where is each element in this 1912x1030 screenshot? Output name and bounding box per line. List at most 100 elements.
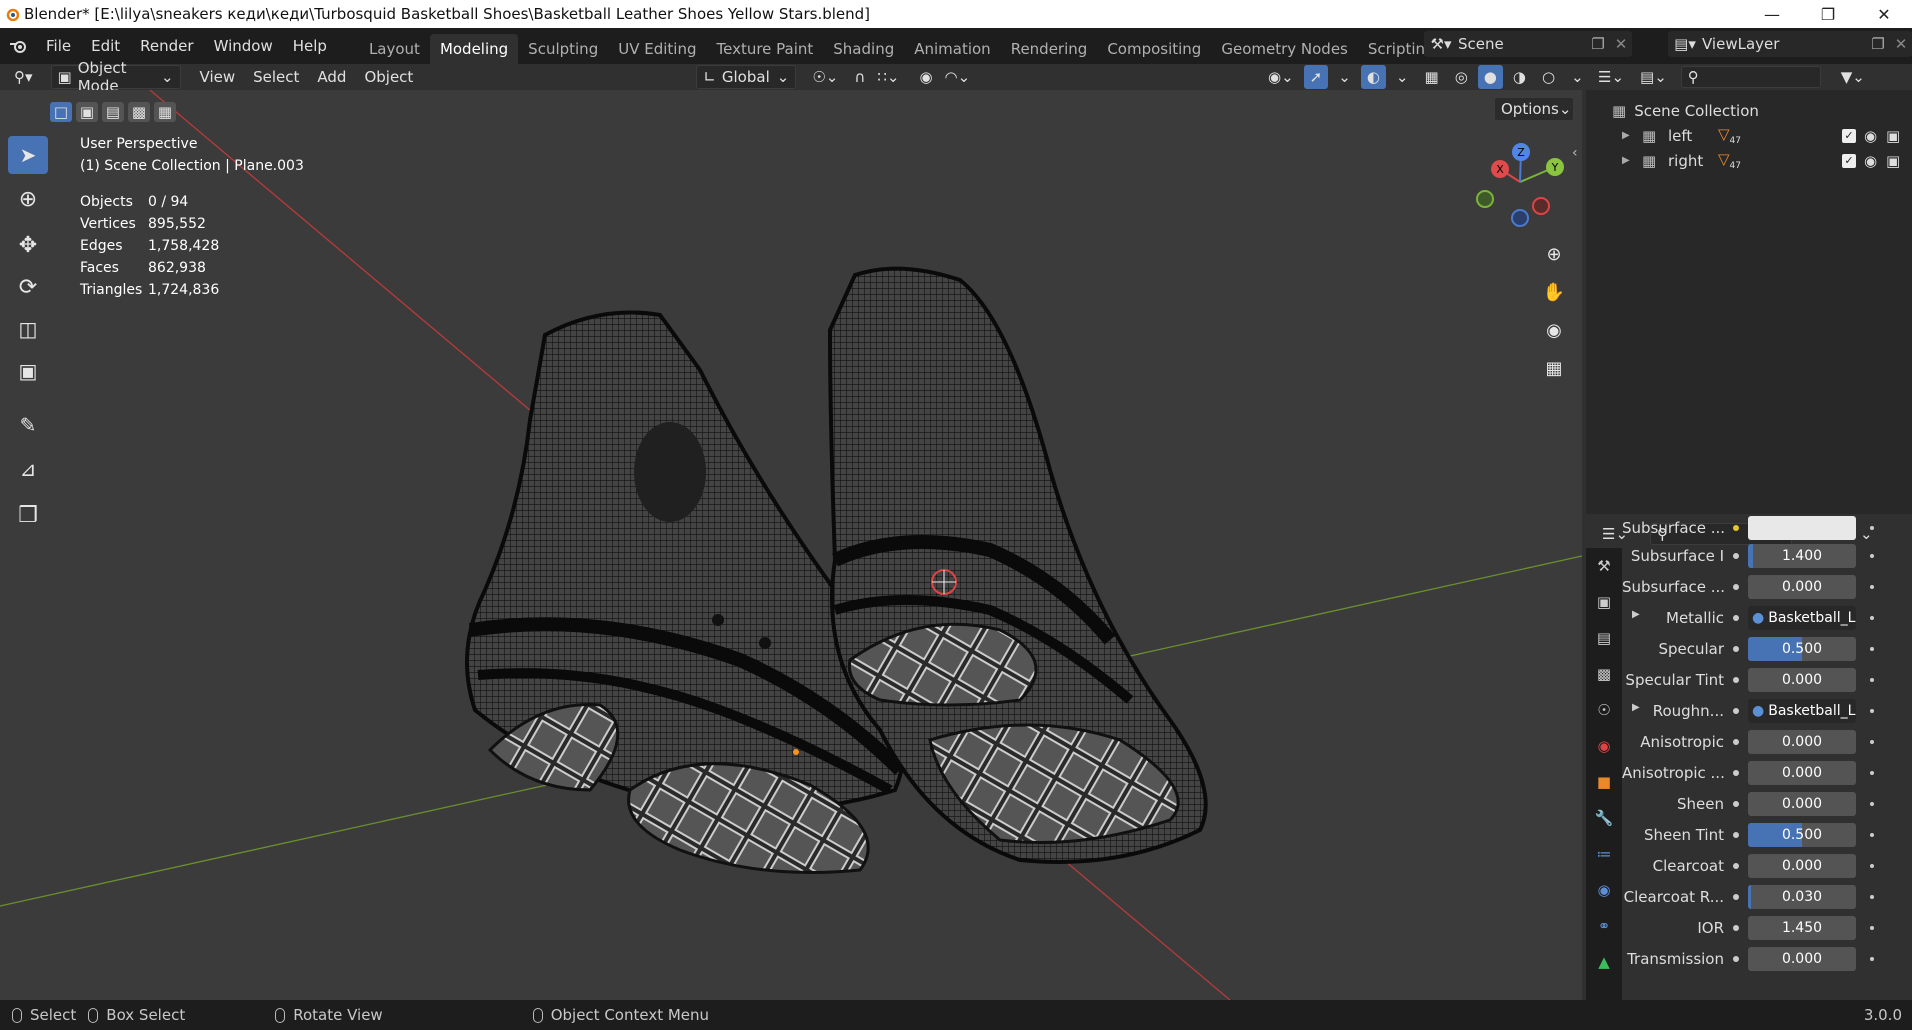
tab-texture-paint[interactable]: Texture Paint <box>706 34 823 64</box>
socket-dot-icon[interactable] <box>1730 705 1742 717</box>
output-tab[interactable]: ▤ <box>1586 620 1622 656</box>
prop-field[interactable]: 0.000 <box>1748 853 1856 878</box>
snap-dropdown[interactable]: ∷⌄ <box>871 65 905 89</box>
filter-dropdown[interactable]: ▼⌄ <box>1835 65 1871 89</box>
socket-dot-icon[interactable] <box>1730 736 1742 748</box>
solid-shading-button[interactable]: ● <box>1477 65 1503 89</box>
camera-render-icon[interactable]: ▣ <box>1886 152 1900 170</box>
world-tab[interactable]: ◉ <box>1586 728 1622 764</box>
wireframe-shading-button[interactable]: ◎ <box>1449 65 1474 89</box>
modifier-tab[interactable]: 🔧 <box>1586 800 1622 836</box>
prop-field[interactable] <box>1748 516 1856 540</box>
prop-field[interactable]: 0.000 <box>1748 760 1856 785</box>
new-viewlayer-icon[interactable]: ❐ <box>1866 35 1890 53</box>
gizmo-toggle[interactable]: ➚ <box>1303 65 1329 89</box>
delete-viewlayer-icon[interactable]: ✕ <box>1890 35 1912 53</box>
exclude-checkbox[interactable]: ✓ <box>1842 153 1856 168</box>
snap-toggle[interactable]: ∩ <box>848 65 871 89</box>
move-tool[interactable]: ✥ <box>8 226 48 264</box>
navigation-gizmo[interactable]: X Y Z <box>1460 136 1570 236</box>
keyframe-dot-icon[interactable] <box>1866 891 1878 903</box>
tab-uv-editing[interactable]: UV Editing <box>608 34 706 64</box>
keyframe-dot-icon[interactable] <box>1866 953 1878 965</box>
proportional-edit-toggle[interactable]: ◉ <box>913 65 938 89</box>
xray-toggle[interactable]: ▦ <box>1419 65 1445 89</box>
overlay-toggle[interactable]: ◐ <box>1360 65 1386 89</box>
sidebar-toggle-icon[interactable]: ‹ <box>1572 145 1578 161</box>
keyframe-dot-icon[interactable] <box>1866 522 1878 534</box>
tab-modeling[interactable]: Modeling <box>429 34 519 64</box>
socket-dot-icon[interactable] <box>1730 891 1742 903</box>
physics-tab[interactable]: ◉ <box>1586 872 1622 908</box>
transform-tool[interactable]: ▣ <box>8 352 48 390</box>
keyframe-dot-icon[interactable] <box>1866 736 1878 748</box>
render-tab[interactable]: ▣ <box>1586 584 1622 620</box>
keyframe-dot-icon[interactable] <box>1866 674 1878 686</box>
keyframe-dot-icon[interactable] <box>1866 798 1878 810</box>
expand-arrow-icon[interactable]: ▶ <box>1622 155 1642 166</box>
falloff-dropdown[interactable]: ◠⌄ <box>939 65 977 89</box>
camera-view-button[interactable]: ◉ <box>1538 314 1570 346</box>
data-tab[interactable]: ▲ <box>1586 944 1622 980</box>
socket-dot-icon[interactable] <box>1730 953 1742 965</box>
viewport-menu-add[interactable]: Add <box>308 65 355 89</box>
menu-file[interactable]: File <box>36 28 81 64</box>
orientation-dropdown[interactable]: ∟ Global ⌄ <box>696 65 797 89</box>
keyframe-dot-icon[interactable] <box>1866 860 1878 872</box>
tab-geometry-nodes[interactable]: Geometry Nodes <box>1211 34 1358 64</box>
menu-window[interactable]: Window <box>204 28 283 64</box>
menu-help[interactable]: Help <box>283 28 337 64</box>
prop-field[interactable]: 0.030 <box>1748 884 1856 909</box>
minimize-button[interactable]: — <box>1744 0 1800 28</box>
expand-arrow-icon[interactable]: ▶ <box>1632 609 1640 620</box>
blender-menu-button[interactable] <box>0 28 36 64</box>
prop-field[interactable]: 0.000 <box>1748 574 1856 599</box>
prop-field[interactable]: ●Basketball_Lea... <box>1748 605 1856 630</box>
socket-dot-icon[interactable] <box>1730 922 1742 934</box>
keyframe-dot-icon[interactable] <box>1866 922 1878 934</box>
prop-field[interactable]: 0.000 <box>1748 667 1856 692</box>
expand-arrow-icon[interactable]: ▶ <box>1622 130 1642 141</box>
close-button[interactable]: ✕ <box>1856 0 1912 28</box>
select-intersect-icon[interactable]: ▦ <box>154 102 176 122</box>
viewport-menu-object[interactable]: Object <box>355 65 422 89</box>
outliner-row-scene-collection[interactable]: ▦ Scene Collection <box>1586 98 1912 123</box>
tab-shading[interactable]: Shading <box>823 34 904 64</box>
select-new-icon[interactable]: □ <box>50 102 72 122</box>
pivot-dropdown[interactable]: ☉⌄ <box>806 65 844 89</box>
maximize-button[interactable]: ❐ <box>1800 0 1856 28</box>
constraints-tab[interactable]: ⚭ <box>1586 908 1622 944</box>
view-layer-tab[interactable]: ▩ <box>1586 656 1622 692</box>
expand-arrow-icon[interactable]: ▶ <box>1632 702 1640 713</box>
keyframe-dot-icon[interactable] <box>1866 829 1878 841</box>
tab-rendering[interactable]: Rendering <box>1001 34 1098 64</box>
tab-compositing[interactable]: Compositing <box>1097 34 1211 64</box>
outliner-row-left[interactable]: ▶ ▦ left ▽47 ✓ ◉ ▣ <box>1586 123 1912 148</box>
visibility-dropdown[interactable]: ◉⌄ <box>1262 65 1300 89</box>
tab-animation[interactable]: Animation <box>904 34 1000 64</box>
socket-dot-icon[interactable] <box>1730 674 1742 686</box>
camera-render-icon[interactable]: ▣ <box>1886 127 1900 145</box>
eye-icon[interactable]: ◉ <box>1864 127 1877 145</box>
rotate-tool[interactable]: ⟳ <box>8 268 48 306</box>
socket-dot-icon[interactable] <box>1730 581 1742 593</box>
delete-scene-icon[interactable]: ✕ <box>1610 35 1632 53</box>
particles-tab[interactable]: ≔ <box>1586 836 1622 872</box>
measure-tool[interactable]: ⊿ <box>8 450 48 488</box>
socket-dot-icon[interactable] <box>1730 829 1742 841</box>
select-box-tool[interactable]: ➤ <box>8 136 48 174</box>
material-shading-button[interactable]: ◑ <box>1507 65 1532 89</box>
prop-field[interactable]: 0.500 <box>1748 636 1856 661</box>
viewport-menu-view[interactable]: View <box>191 65 245 89</box>
prop-field[interactable]: 0.000 <box>1748 946 1856 971</box>
outliner-row-right[interactable]: ▶ ▦ right ▽47 ✓ ◉ ▣ <box>1586 148 1912 173</box>
socket-dot-icon[interactable] <box>1730 798 1742 810</box>
tool-tab[interactable]: ⚒ <box>1586 548 1622 584</box>
scene-tab[interactable]: ☉ <box>1586 692 1622 728</box>
keyframe-dot-icon[interactable] <box>1866 767 1878 779</box>
prop-field[interactable]: 0.500 <box>1748 822 1856 847</box>
socket-dot-icon[interactable] <box>1730 612 1742 624</box>
viewlayer-selector[interactable]: ▤▾ ViewLayer ❐ ✕ <box>1668 31 1912 57</box>
socket-dot-icon[interactable] <box>1730 522 1742 534</box>
overlay-dropdown[interactable]: ⌄ <box>1390 65 1415 89</box>
